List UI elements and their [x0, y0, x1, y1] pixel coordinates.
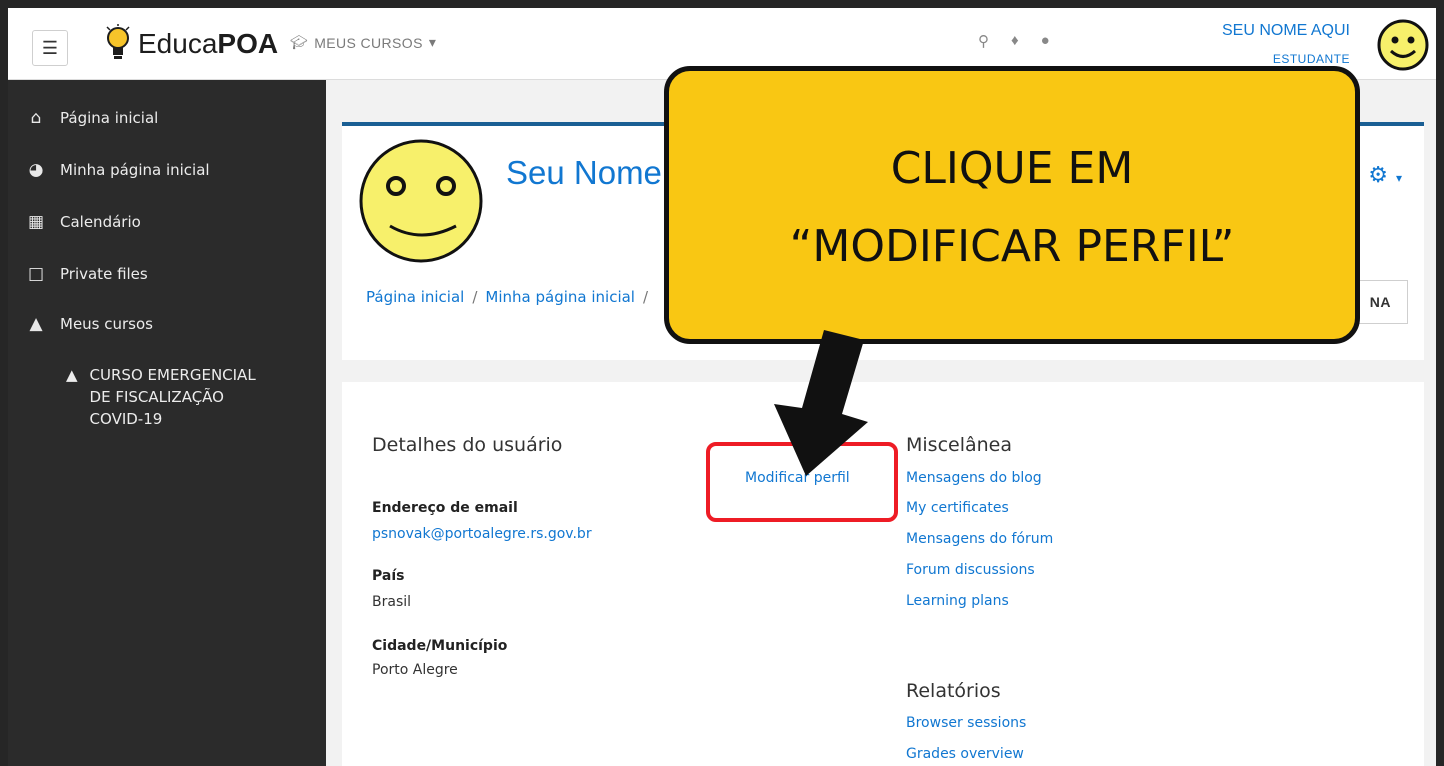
- search-icon[interactable]: ⚲: [978, 32, 989, 50]
- graduation-cap-icon: 🎓︎: [290, 34, 309, 50]
- sidebar-item-label: Minha página inicial: [60, 161, 210, 179]
- sidebar-item-dashboard[interactable]: ◕ Minha página inicial: [26, 160, 210, 180]
- sidebar-item-label: Private files: [60, 265, 148, 283]
- sidebar-item-course[interactable]: ▲ CURSO EMERGENCIAL DE FISCALIZAÇÃO COVI…: [66, 364, 270, 430]
- callout-line-2: “MODIFICAR PERFIL”: [789, 221, 1235, 272]
- link-certificates[interactable]: My certificates: [906, 500, 1009, 516]
- instruction-callout: CLIQUE EM “MODIFICAR PERFIL”: [664, 66, 1360, 344]
- link-blog-posts[interactable]: Mensagens do blog: [906, 470, 1042, 486]
- avatar[interactable]: [1376, 18, 1430, 72]
- course-label: CURSO EMERGENCIAL DE FISCALIZAÇÃO COVID-…: [89, 366, 256, 428]
- hamburger-menu-button[interactable]: ☰: [32, 30, 68, 66]
- sidebar-nav: ⌂ Página inicial ◕ Minha página inicial …: [8, 80, 326, 766]
- breadcrumb-item[interactable]: Minha página inicial: [485, 288, 635, 306]
- country-value: Brasil: [372, 594, 412, 610]
- sidebar-item-label: Página inicial: [60, 109, 159, 127]
- city-value: Porto Alegre: [372, 662, 458, 678]
- graduation-cap-icon: ▲: [29, 314, 43, 334]
- calendar-icon: ▦: [27, 212, 45, 232]
- file-icon: □: [27, 264, 45, 284]
- sidebar-item-calendar[interactable]: ▦ Calendário: [26, 212, 141, 232]
- graduation-cap-icon: ▲: [66, 366, 78, 384]
- city-label: Cidade/Município: [372, 638, 508, 654]
- logo-text: EducaPOA: [138, 28, 279, 59]
- email-value[interactable]: psnovak@portoalegre.rs.gov.br: [372, 526, 592, 542]
- callout-line-1: CLIQUE EM: [890, 143, 1134, 194]
- sidebar-item-my-courses[interactable]: ▲ Meus cursos: [26, 314, 153, 334]
- avatar: [359, 139, 483, 263]
- hamburger-icon: ☰: [41, 37, 59, 58]
- breadcrumb-item[interactable]: Página inicial: [366, 288, 464, 306]
- country-label: País: [372, 568, 405, 584]
- details-title: Detalhes do usuário: [372, 434, 563, 456]
- bell-icon[interactable]: ♦: [1011, 32, 1019, 50]
- breadcrumb: Página inicial / Minha página inicial /: [366, 288, 649, 306]
- page-title: Seu Nome: [506, 154, 662, 191]
- sidebar-item-private-files[interactable]: □ Private files: [26, 264, 148, 284]
- link-forum-discussions[interactable]: Forum discussions: [906, 562, 1035, 578]
- link-forum-posts[interactable]: Mensagens do fórum: [906, 531, 1053, 547]
- sidebar-item-label: Calendário: [60, 213, 141, 231]
- my-courses-dropdown[interactable]: 🎓︎ MEUS CURSOS ▾: [290, 34, 436, 51]
- email-label: Endereço de email: [372, 500, 518, 516]
- site-logo[interactable]: EducaPOA: [104, 20, 278, 68]
- lightbulb-icon: [106, 24, 130, 59]
- gear-icon[interactable]: ⚙ ▾: [1368, 162, 1402, 188]
- caret-down-icon: ▾: [428, 34, 437, 50]
- misc-title: Miscelânea: [906, 434, 1013, 456]
- dashboard-icon: ◕: [28, 160, 44, 180]
- nav-icons: ⚲ ♦ ●: [978, 32, 1050, 50]
- my-courses-label: MEUS CURSOS: [314, 34, 423, 51]
- user-name[interactable]: SEU NOME AQUI: [1222, 22, 1350, 40]
- user-role: ESTUDANTE: [1272, 52, 1350, 66]
- home-icon: ⌂: [30, 108, 42, 128]
- link-browser-sessions[interactable]: Browser sessions: [906, 715, 1026, 731]
- reports-title: Relatórios: [906, 680, 1001, 702]
- link-learning-plans[interactable]: Learning plans: [906, 593, 1009, 609]
- link-grades-overview[interactable]: Grades overview: [906, 746, 1024, 762]
- sidebar-item-label: Meus cursos: [60, 315, 153, 333]
- chat-icon[interactable]: ●: [1041, 32, 1050, 50]
- sidebar-item-home[interactable]: ⌂ Página inicial: [26, 108, 159, 128]
- pointer-arrow-icon: [774, 330, 868, 476]
